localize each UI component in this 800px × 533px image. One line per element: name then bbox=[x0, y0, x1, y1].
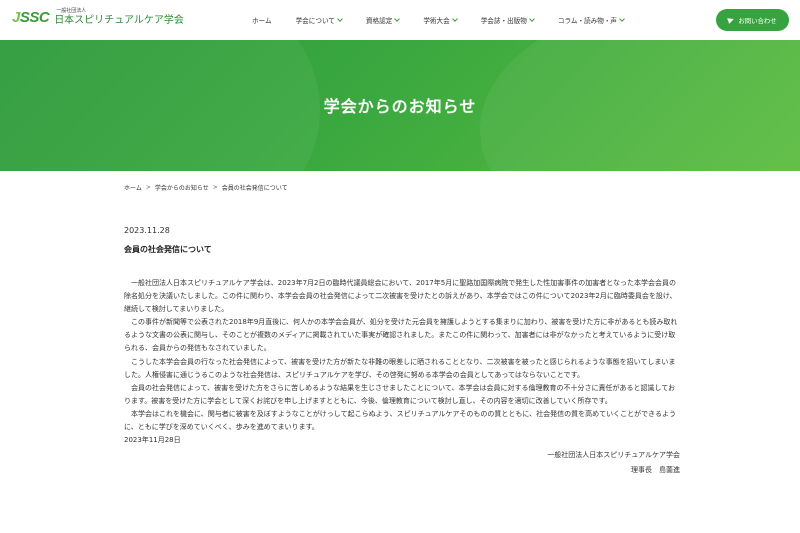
logo-org-type: 一般社団法人 bbox=[56, 8, 87, 14]
page-title: 学会からのお知らせ bbox=[323, 97, 477, 116]
logo-mark: JSSC bbox=[12, 9, 50, 26]
signature-person: 理事長 島薗進 bbox=[631, 465, 680, 474]
post-paragraph: この事件が新聞等で公表された2018年9月直後に、何人かの本学会会員が、処分を受… bbox=[124, 318, 678, 353]
chevron-down-icon bbox=[337, 15, 343, 22]
nav-item-home[interactable]: ホーム bbox=[252, 15, 272, 25]
post-paragraph: 本学会はこれを機会に、関与者に被害を及ぼすようなことがけっして起こらぬよう、スピ… bbox=[124, 409, 677, 432]
signature-org: 一般社団法人日本スピリチュアルケア学会 bbox=[547, 451, 680, 460]
main-nav: ホーム 学会について 資格認定 学術大会 学会誌・出版物 コラム・読み物・声 bbox=[252, 0, 648, 40]
site-header: JSSC 一般社団法人 日本スピリチュアルケア学会 ホーム 学会について 資格認… bbox=[0, 0, 800, 40]
site-logo[interactable]: JSSC 一般社団法人 日本スピリチュアルケア学会 bbox=[12, 8, 184, 27]
post-body: 一般社団法人日本スピリチュアルケア学会は、2023年7月2日の臨時代議員総会にお… bbox=[124, 277, 680, 434]
chevron-down-icon bbox=[451, 15, 458, 22]
chevron-down-icon bbox=[394, 15, 401, 22]
news-article: 2023.11.28 会員の社会発信について 一般社団法人日本スピリチュアルケア… bbox=[124, 226, 680, 477]
post-paragraph: 一般社団法人日本スピリチュアルケア学会は、2023年7月2日の臨時代議員総会にお… bbox=[124, 279, 677, 314]
post-paragraph: こうした本学会会員の行なった社会発信によって、被害を受けた方が新たな非難の眼差し… bbox=[124, 357, 676, 379]
contact-button[interactable]: お問い合わせ bbox=[716, 9, 789, 31]
paper-plane-icon bbox=[727, 16, 736, 24]
nav-item-columns[interactable]: コラム・読み物・声 bbox=[558, 15, 625, 25]
chevron-down-icon bbox=[529, 15, 535, 22]
breadcrumb-separator: > bbox=[212, 184, 218, 191]
breadcrumb-home[interactable]: ホーム bbox=[124, 183, 142, 192]
post-end-date: 2023年11月28日 bbox=[124, 436, 181, 445]
logo-name: 日本スピリチュアルケア学会 bbox=[54, 15, 184, 26]
post-title: 会員の社会発信について bbox=[124, 245, 212, 254]
post-date: 2023.11.28 bbox=[124, 226, 170, 235]
nav-item-conference[interactable]: 学術大会 bbox=[423, 15, 458, 25]
nav-item-publications[interactable]: 学会誌・出版物 bbox=[481, 15, 535, 25]
chevron-down-icon bbox=[619, 15, 625, 22]
nav-item-about[interactable]: 学会について bbox=[296, 15, 343, 25]
breadcrumb: ホーム > 学会からのお知らせ > 会員の社会発信について bbox=[124, 183, 288, 192]
breadcrumb-separator: > bbox=[145, 184, 151, 191]
post-paragraph: 会員の社会発信によって、被害を受けた方をさらに苦しめるような結果を生じさせました… bbox=[124, 383, 676, 405]
nav-item-certification[interactable]: 資格認定 bbox=[366, 15, 401, 25]
page-hero: 学会からのお知らせ bbox=[0, 40, 800, 171]
breadcrumb-current: 会員の社会発信について bbox=[221, 185, 288, 192]
signature: 一般社団法人日本スピリチュアルケア学会 理事長 島薗進 bbox=[124, 448, 680, 477]
breadcrumb-news[interactable]: 学会からのお知らせ bbox=[155, 183, 209, 192]
